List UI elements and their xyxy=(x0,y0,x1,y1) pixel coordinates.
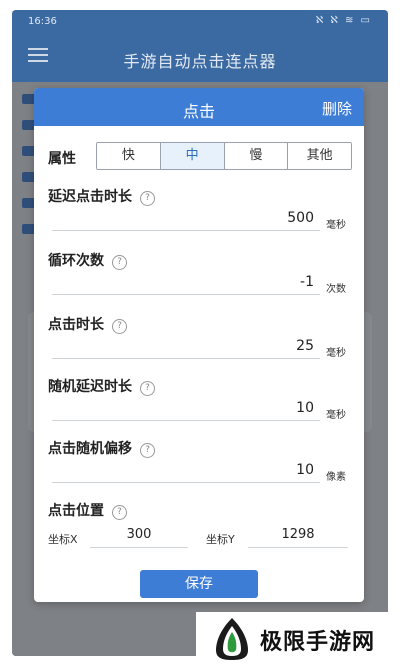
input-value: 25 xyxy=(296,338,314,354)
input-value: -1 xyxy=(300,274,314,290)
help-icon[interactable]: ? xyxy=(140,381,155,396)
coord-x-label: 坐标X xyxy=(48,533,78,546)
save-button[interactable]: 保存 xyxy=(140,570,258,598)
loop-count-input[interactable]: -1 xyxy=(52,272,320,295)
speed-segmented-control: 快 中 慢 其他 xyxy=(96,142,352,170)
random-delay-input[interactable]: 10 xyxy=(52,398,320,421)
coord-x-input[interactable]: 300 xyxy=(90,525,188,548)
coord-y-label: 坐标Y xyxy=(206,533,235,546)
app-bar: 手游自动点击连点器 xyxy=(12,34,388,82)
field-label-text: 循环次数 xyxy=(48,253,104,269)
unit-label: 毫秒 xyxy=(326,348,346,359)
speed-option-other[interactable]: 其他 xyxy=(288,143,351,169)
speed-option-fast[interactable]: 快 xyxy=(97,143,161,169)
app-title: 手游自动点击连点器 xyxy=(123,52,277,71)
field-label-text: 点击位置 xyxy=(48,503,104,519)
delete-button[interactable]: 删除 xyxy=(322,98,352,119)
delay-input[interactable]: 500 xyxy=(52,208,320,231)
status-icons: ℵ ℵ ≋ ▭ xyxy=(315,15,372,26)
field-label-text: 随机延迟时长 xyxy=(48,379,132,395)
coord-y-value: 1298 xyxy=(281,527,315,542)
dialog-header: 点击 删除 xyxy=(34,88,364,126)
help-icon[interactable]: ? xyxy=(140,443,155,458)
coord-x-value: 300 xyxy=(126,527,152,542)
status-time: 16:36 xyxy=(28,16,57,27)
site-logo-icon xyxy=(216,618,248,660)
input-value: 500 xyxy=(287,210,314,226)
help-icon[interactable]: ? xyxy=(112,505,127,520)
field-label: 循环次数? xyxy=(48,250,127,270)
unit-label: 次数 xyxy=(326,284,346,295)
input-value: 10 xyxy=(296,462,314,478)
coord-y-input[interactable]: 1298 xyxy=(248,525,348,548)
speed-option-medium[interactable]: 中 xyxy=(160,143,225,169)
help-icon[interactable]: ? xyxy=(112,255,127,270)
dialog-title: 点击 xyxy=(182,102,215,121)
watermark-text: 极限手游网 xyxy=(260,630,376,655)
watermark: 极限手游网 xyxy=(196,612,400,666)
field-label-text: 延迟点击时长 xyxy=(48,189,132,205)
speed-option-slow[interactable]: 慢 xyxy=(224,143,289,169)
unit-label: 毫秒 xyxy=(326,410,346,421)
field-label: 点击时长? xyxy=(48,314,127,334)
field-label: 随机延迟时长? xyxy=(48,376,155,396)
click-duration-input[interactable]: 25 xyxy=(52,336,320,359)
attribute-label: 属性 xyxy=(48,151,76,167)
help-icon[interactable]: ? xyxy=(112,319,127,334)
input-value: 10 xyxy=(296,400,314,416)
status-bar: 16:36 ℵ ℵ ≋ ▭ xyxy=(12,10,388,34)
unit-label: 像素 xyxy=(326,472,346,483)
random-offset-input[interactable]: 10 xyxy=(52,460,320,483)
field-label-text: 点击随机偏移 xyxy=(48,441,132,457)
field-label: 点击随机偏移? xyxy=(48,438,155,458)
unit-label: 毫秒 xyxy=(326,220,346,231)
position-label: 点击位置? xyxy=(48,500,127,520)
field-label: 延迟点击时长? xyxy=(48,186,155,206)
field-label-text: 点击时长 xyxy=(48,317,104,333)
click-settings-dialog: 点击 删除 属性 快 中 慢 其他 延迟点击时长? 500 毫秒 循环次数? -… xyxy=(34,88,364,602)
help-icon[interactable]: ? xyxy=(140,191,155,206)
